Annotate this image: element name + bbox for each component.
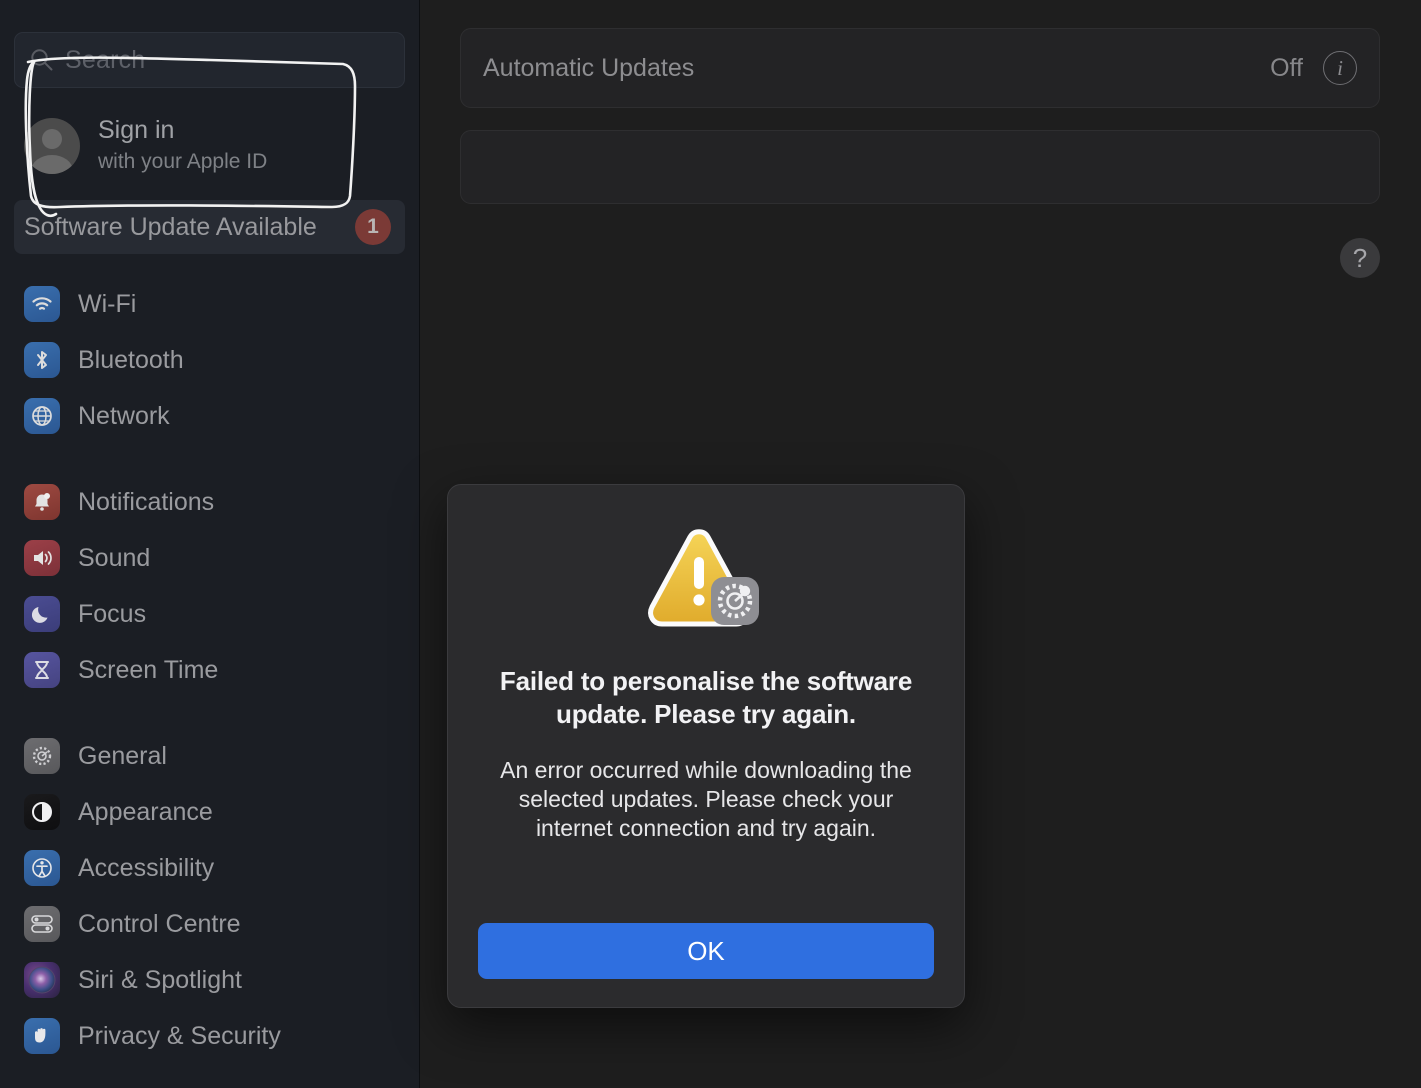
wifi-icon [24, 286, 60, 322]
software-update-label: Software Update Available [24, 212, 317, 241]
sidebar-item-bluetooth[interactable]: Bluetooth [14, 332, 405, 388]
sidebar-item-label: Wi-Fi [78, 289, 137, 318]
sidebar-item-label: Focus [78, 599, 147, 628]
sidebar-item-general[interactable]: General [14, 728, 405, 784]
sidebar-item-screen-time[interactable]: Screen Time [14, 642, 405, 698]
sidebar-item-label: Control Centre [78, 909, 241, 938]
sidebar-item-label: Screen Time [78, 655, 219, 684]
info-circle-icon[interactable]: i [1323, 51, 1357, 85]
dialog-title: Failed to personalise the software updat… [499, 666, 913, 729]
sidebar: Search Sign in with your Apple ID Softwa… [0, 0, 420, 1088]
speaker-icon [24, 540, 60, 576]
apple-id-sublabel: with your Apple ID [98, 150, 268, 174]
search-placeholder: Search [65, 45, 146, 74]
contrast-icon [24, 794, 60, 830]
sign-in-label: Sign in [98, 116, 175, 145]
warning-triangle-gear-icon [643, 527, 769, 639]
sidebar-item-label: Privacy & Security [78, 1021, 281, 1050]
sidebar-item-privacy-security[interactable]: Privacy & Security [14, 1008, 405, 1064]
siri-orb-icon [24, 962, 60, 998]
sidebar-item-wifi[interactable]: Wi-Fi [14, 276, 405, 332]
sidebar-item-network[interactable]: Network [14, 388, 405, 444]
automatic-updates-card: Automatic Updates Off i [460, 28, 1380, 108]
sidebar-item-notifications[interactable]: Notifications [14, 474, 405, 530]
sidebar-item-label: Appearance [78, 797, 213, 826]
sidebar-item-appearance[interactable]: Appearance [14, 784, 405, 840]
sidebar-item-siri-spotlight[interactable]: Siri & Spotlight [14, 952, 405, 1008]
sidebar-group-system: Notifications Sound Focus Screen Time [14, 474, 405, 698]
update-count-badge: 1 [355, 209, 391, 245]
person-avatar-icon [24, 118, 80, 174]
sidebar-item-label: General [78, 741, 167, 770]
search-field[interactable]: Search [14, 32, 405, 88]
dialog-message: An error occurred while downloading the … [500, 757, 912, 841]
hourglass-icon [24, 652, 60, 688]
hand-icon [24, 1018, 60, 1054]
software-update-available-row[interactable]: Software Update Available 1 [14, 200, 405, 254]
sidebar-item-accessibility[interactable]: Accessibility [14, 840, 405, 896]
automatic-updates-value: Off [1270, 53, 1303, 82]
sidebar-item-label: Accessibility [78, 853, 215, 882]
gear-icon [24, 738, 60, 774]
sidebar-item-label: Notifications [78, 487, 215, 516]
sidebar-group-general: General Appearance Accessibility Control… [14, 728, 405, 1064]
error-dialog: Failed to personalise the software updat… [447, 484, 965, 1008]
sidebar-item-focus[interactable]: Focus [14, 586, 405, 642]
sidebar-item-label: Network [78, 401, 170, 430]
moon-icon [24, 596, 60, 632]
accessibility-icon [24, 850, 60, 886]
bell-icon [24, 484, 60, 520]
sidebar-item-control-centre[interactable]: Control Centre [14, 896, 405, 952]
help-button[interactable]: ? [1340, 238, 1380, 278]
sidebar-group-connectivity: Wi-Fi Bluetooth Network [14, 276, 405, 444]
sidebar-item-label: Bluetooth [78, 345, 184, 374]
automatic-updates-label: Automatic Updates [483, 53, 695, 82]
sidebar-item-sound[interactable]: Sound [14, 530, 405, 586]
sidebar-item-label: Siri & Spotlight [78, 965, 242, 994]
system-settings-window: Search Sign in with your Apple ID Softwa… [0, 0, 1421, 1088]
sign-in-apple-id-row[interactable]: Sign in with your Apple ID [14, 98, 405, 194]
toggles-icon [24, 906, 60, 942]
secondary-empty-card [460, 130, 1380, 204]
question-mark-icon: ? [1352, 242, 1368, 273]
ok-button[interactable]: OK [478, 923, 934, 979]
automatic-updates-row[interactable]: Automatic Updates Off i [461, 29, 1379, 107]
sidebar-item-label: Sound [78, 543, 151, 572]
search-icon [31, 49, 53, 71]
network-globe-icon [24, 398, 60, 434]
bluetooth-icon [24, 342, 60, 378]
